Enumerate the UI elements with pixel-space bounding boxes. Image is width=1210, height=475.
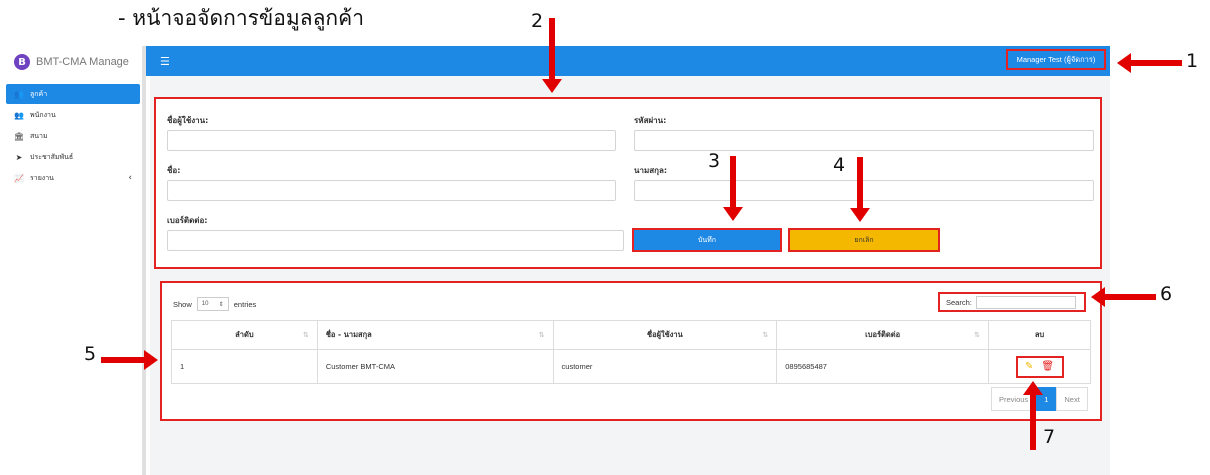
paper-plane-icon: ➤ [15,152,23,162]
sort-icon: ⇅ [762,331,769,339]
callout-arrow-1 [1117,53,1182,73]
search-input[interactable] [975,295,1076,309]
sidebar-item-label: พนักงาน [30,110,56,119]
pagination-next[interactable]: Next [1056,387,1088,411]
lastname-field[interactable] [634,180,1094,201]
row-actions: ✎ 🗑 [989,355,1090,378]
sort-updown-icon: ⇕ [218,301,224,308]
col-header-username[interactable]: ชื่อผู้ใช้งาน ⇅ [552,320,778,350]
page-heading: - หน้าจอจัดการข้อมูลลูกค้า [118,6,364,30]
col-header-name[interactable]: ชื่อ - นามสกุล ⇅ [316,320,554,350]
sidebar-item-label: ประชาสัมพันธ์ [30,152,74,161]
save-button[interactable]: บันทึก [632,228,782,252]
col-header-delete: ลบ [988,320,1091,350]
table-header-row: ลำดับ ⇅ ชื่อ - นามสกุล ⇅ ชื่อผู้ใช้งาน ⇅ เบ… [171,320,1091,350]
cell-phone: 0895685487 [776,349,990,384]
screen: - หน้าจอจัดการข้อมูลลูกค้า B BMT-CMA Man… [0,0,1210,475]
sidebar-nav: 👥 ลูกค้า 👥 พนักงาน 🏛 สนาม ➤ ประชาสัมพันธ… [6,84,140,189]
user-menu[interactable]: Manager Test (ผู้จัดการ) [1006,49,1106,70]
callout-arrow-3 [723,156,743,221]
brand[interactable]: B BMT-CMA Manage [14,52,129,72]
sidebar-item-staff[interactable]: 👥 พนักงาน [6,105,140,125]
col-header-no[interactable]: ลำดับ ⇅ [171,320,318,350]
topbar: ☰ Manager Test (ผู้จัดการ) [146,46,1110,76]
sort-icon: ⇅ [302,331,309,339]
callout-arrow-5 [101,350,158,370]
sidebar-item-fields[interactable]: 🏛 สนาม [6,126,140,146]
password-label: รหัสผ่าน: [634,116,667,125]
callout-number-2: 2 [531,10,544,32]
password-field[interactable] [634,130,1094,151]
callout-number-1: 1 [1186,50,1199,72]
cell-actions: ✎ 🗑 [988,349,1091,384]
sidebar-item-customers[interactable]: 👥 ลูกค้า [6,84,140,104]
customer-table: ลำดับ ⇅ ชื่อ - นามสกุล ⇅ ชื่อผู้ใช้งาน ⇅ เบ… [171,320,1091,384]
edit-icon[interactable]: ✎ [1025,361,1033,372]
phone-field[interactable] [167,230,624,251]
callout-number-6: 6 [1160,283,1173,305]
show-label: Show [173,299,192,309]
col-header-label: ชื่อ - นามสกุล [325,330,372,339]
brand-name: BMT-CMA Manage [36,56,129,68]
hamburger-icon[interactable]: ☰ [160,55,170,68]
sort-icon: ⇅ [974,331,981,339]
sidebar: B BMT-CMA Manage 👥 ลูกค้า 👥 พนักงาน 🏛 สน… [0,46,146,475]
brand-logo: B [14,54,30,70]
page-length-value: 10 [201,301,209,307]
search-box: Search: [938,292,1086,312]
sidebar-item-reports[interactable]: 📈 รายงาน ‹ [6,168,140,188]
callout-arrow-4 [850,157,870,222]
customer-form: ชื่อผู้ใช้งาน: รหัสผ่าน: ชื่อ: นามสกุล: … [154,97,1102,269]
username-label: ชื่อผู้ใช้งาน: [167,116,209,125]
username-field[interactable] [167,130,616,151]
cell-username: customer [552,349,778,384]
col-header-label: เบอร์ติดต่อ [865,330,901,339]
chart-line-icon: 📈 [14,173,24,183]
col-header-label: ลำดับ [235,330,254,339]
entries-label: entries [233,299,257,309]
col-header-label: ลบ [1034,330,1045,339]
table-row: 1 Customer BMT-CMA customer 0895685487 ✎… [171,349,1091,384]
cancel-button[interactable]: ยกเลิก [788,228,940,252]
callout-arrow-6 [1091,287,1156,307]
callout-arrow-2 [542,18,562,93]
page-length-select[interactable]: 10 ⇕ [196,297,229,311]
sidebar-item-label: รายงาน [30,173,54,182]
row-actions-box: ✎ 🗑 [1015,355,1064,378]
users-icon: 👥 [14,89,24,99]
sidebar-item-announcements[interactable]: ➤ ประชาสัมพันธ์ [6,147,140,167]
firstname-label: ชื่อ: [167,166,181,175]
callout-number-5: 5 [84,343,97,365]
callout-arrow-7 [1023,381,1043,450]
firstname-field[interactable] [167,180,616,201]
search-label: Search: [946,297,972,307]
callout-number-4: 4 [833,154,846,176]
phone-label: เบอร์ติดต่อ: [167,216,208,225]
cell-no: 1 [171,349,318,384]
sidebar-item-label: ลูกค้า [30,89,48,98]
col-header-phone[interactable]: เบอร์ติดต่อ ⇅ [776,320,990,350]
page-length-control: Show 10 ⇕ entries [173,297,256,311]
building-icon: 🏛 [13,131,25,141]
customer-table-panel: Show 10 ⇕ entries Search: ลำดับ ⇅ ชื่อ - … [160,281,1102,421]
trash-icon[interactable]: 🗑 [1041,361,1054,372]
cell-name: Customer BMT-CMA [316,349,554,384]
sort-icon: ⇅ [538,331,545,339]
sidebar-item-label: สนาม [30,131,48,140]
col-header-label: ชื่อผู้ใช้งาน [647,330,683,339]
lastname-label: นามสกุล: [634,166,668,175]
user-group-icon: 👥 [14,110,24,120]
chevron-left-icon: ‹ [128,173,132,183]
callout-number-7: 7 [1043,426,1056,448]
callout-number-3: 3 [708,150,721,172]
